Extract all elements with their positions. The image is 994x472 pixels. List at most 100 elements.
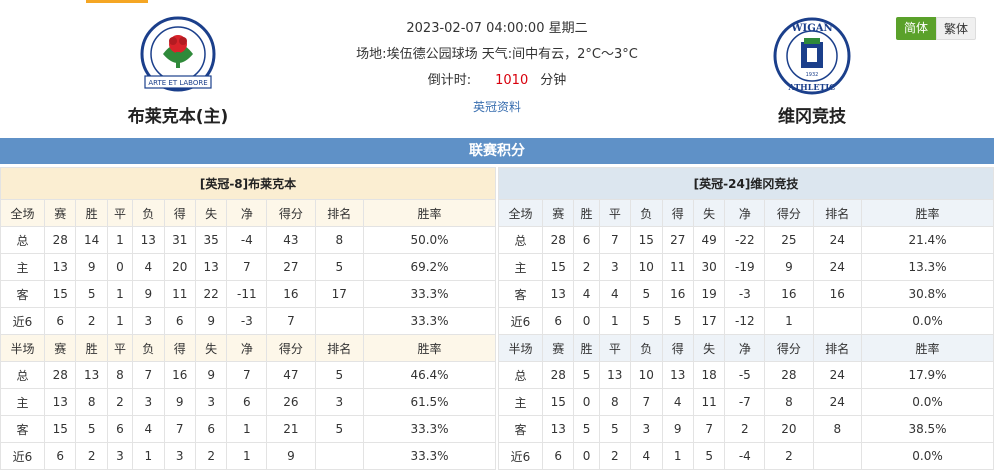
row-label: 近6 <box>498 442 543 470</box>
column-header: 失 <box>692 199 726 227</box>
table-cell: 0.0% <box>861 388 994 416</box>
table-header-row: 全场赛胜平负得失净得分 排名 胜率 <box>0 199 496 227</box>
table-cell: 25 <box>764 226 814 254</box>
table-cell: 4 <box>132 253 165 281</box>
column-header: 得分 <box>266 199 316 227</box>
column-header: 负 <box>630 199 663 227</box>
row-label: 近6 <box>0 307 45 335</box>
column-header: 净 <box>226 334 268 362</box>
table-header-row: 半场赛胜平负得失净得分 排名 胜率 <box>0 334 496 362</box>
home-team-name[interactable]: 布莱克本(主) <box>103 102 253 127</box>
column-header: 胜率 <box>363 334 496 362</box>
table-cell: 4 <box>630 442 663 470</box>
column-header: 全场 <box>498 199 543 227</box>
table-cell: -22 <box>724 226 766 254</box>
table-cell: 13 <box>541 415 575 443</box>
table-cell: 3 <box>132 307 165 335</box>
table-cell: 16 <box>266 280 316 308</box>
table-cell: 7 <box>163 415 196 443</box>
league-info-link[interactable]: 英冠资料 <box>473 100 521 114</box>
table-title-row: [英冠-8]布莱克本 <box>0 167 496 200</box>
table-cell: 3 <box>598 253 632 281</box>
table-cell: 13 <box>541 280 575 308</box>
table-cell: 1 <box>106 280 134 308</box>
table-cell: 5 <box>573 415 600 443</box>
wigan-crest-icon: WIGAN ATHLETIC 1932 <box>773 17 851 95</box>
table-row: 客 15 5 1 9 11 22 -11 16 17 33.3% <box>0 280 496 308</box>
table-cell: 13 <box>43 388 77 416</box>
away-team-name[interactable]: 维冈竞技 <box>737 102 887 127</box>
table-cell: 8 <box>598 388 632 416</box>
column-header: 赛 <box>43 334 77 362</box>
row-label: 近6 <box>0 442 45 470</box>
table-cell: 6 <box>106 415 134 443</box>
table-cell: 28 <box>764 361 814 389</box>
away-standings-table: [英冠-24]维冈竞技 全场赛胜平负得失净得分 排名 胜率总 28 6 7 15 27 49 -22… <box>498 167 994 470</box>
row-label: 客 <box>0 280 45 308</box>
table-cell: 21.4% <box>861 226 994 254</box>
table-cell: 1 <box>132 442 165 470</box>
blackburn-crest-icon: ARTE ET LABORE <box>140 16 216 92</box>
table-row: 主 13 9 0 4 20 13 7 27 5 69.2% <box>0 253 496 281</box>
table-title: [英冠-24]维冈竞技 <box>498 167 994 200</box>
standings-banner: 联赛积分 <box>0 138 994 164</box>
table-cell: 61.5% <box>363 388 496 416</box>
table-cell: 15 <box>541 388 575 416</box>
table-cell: 3 <box>630 415 663 443</box>
lang-simplified-button[interactable]: 简体 <box>896 17 936 40</box>
column-header: 排名 <box>812 199 863 227</box>
table-cell: 5 <box>314 415 365 443</box>
column-header: 胜 <box>75 334 108 362</box>
table-cell: 6 <box>541 307 575 335</box>
column-header: 平 <box>598 334 632 362</box>
home-standings-table: [英冠-8]布莱克本 全场赛胜平负得失净得分 排名 胜率总 28 14 1 13 31 35 -4 4… <box>0 167 496 470</box>
table-cell: 5 <box>692 442 726 470</box>
table-cell: 2 <box>598 442 632 470</box>
table-cell: 24 <box>812 226 863 254</box>
table-cell: 15 <box>541 253 575 281</box>
table-cell: 13 <box>661 361 694 389</box>
table-cell: 8 <box>106 361 134 389</box>
table-cell: 28 <box>43 361 77 389</box>
table-cell: 5 <box>630 307 663 335</box>
table-cell: 8 <box>75 388 108 416</box>
row-label: 总 <box>0 361 45 389</box>
table-cell: 9 <box>75 253 108 281</box>
home-team[interactable]: ARTE ET LABORE 布莱克本(主) <box>103 14 253 127</box>
language-switch: 简体 繁体 <box>896 17 976 40</box>
table-cell: -7 <box>724 388 766 416</box>
column-header: 胜 <box>573 334 600 362</box>
table-cell: 9 <box>661 415 694 443</box>
table-cell: 1 <box>764 307 814 335</box>
table-cell: 22 <box>194 280 228 308</box>
table-cell: -3 <box>226 307 268 335</box>
column-header: 净 <box>724 199 766 227</box>
column-header: 失 <box>194 334 228 362</box>
table-cell: 6 <box>541 442 575 470</box>
match-header: ARTE ET LABORE 布莱克本(主) 2023-02-07 04:00:… <box>0 0 994 138</box>
venue: 埃伍德公园球场 <box>386 47 478 62</box>
table-cell: 16 <box>163 361 196 389</box>
table-row: 近6 6 2 3 1 3 2 1 9 33.3% <box>0 442 496 470</box>
table-row: 近6 6 0 2 4 1 5 -4 2 0.0% <box>498 442 994 470</box>
table-cell: 20 <box>163 253 196 281</box>
away-team[interactable]: WIGAN ATHLETIC 1932 维冈竞技 <box>737 14 887 127</box>
column-header: 赛 <box>541 199 575 227</box>
table-cell: 1 <box>106 307 134 335</box>
column-header: 失 <box>194 199 228 227</box>
table-cell: 5 <box>314 253 365 281</box>
table-cell: 15 <box>43 280 77 308</box>
table-cell: 4 <box>661 388 694 416</box>
table-cell: 6 <box>573 226 600 254</box>
table-cell: 30.8% <box>861 280 994 308</box>
table-cell: 10 <box>630 361 663 389</box>
column-header: 负 <box>132 334 165 362</box>
lang-traditional-button[interactable]: 繁体 <box>936 17 976 40</box>
table-cell: 3 <box>163 442 196 470</box>
table-cell: 0 <box>573 442 600 470</box>
table-cell: 69.2% <box>363 253 496 281</box>
table-header-row: 全场赛胜平负得失净得分 排名 胜率 <box>498 199 994 227</box>
table-cell: 2 <box>194 442 228 470</box>
column-header: 得分 <box>764 199 814 227</box>
table-cell: 7 <box>692 415 726 443</box>
